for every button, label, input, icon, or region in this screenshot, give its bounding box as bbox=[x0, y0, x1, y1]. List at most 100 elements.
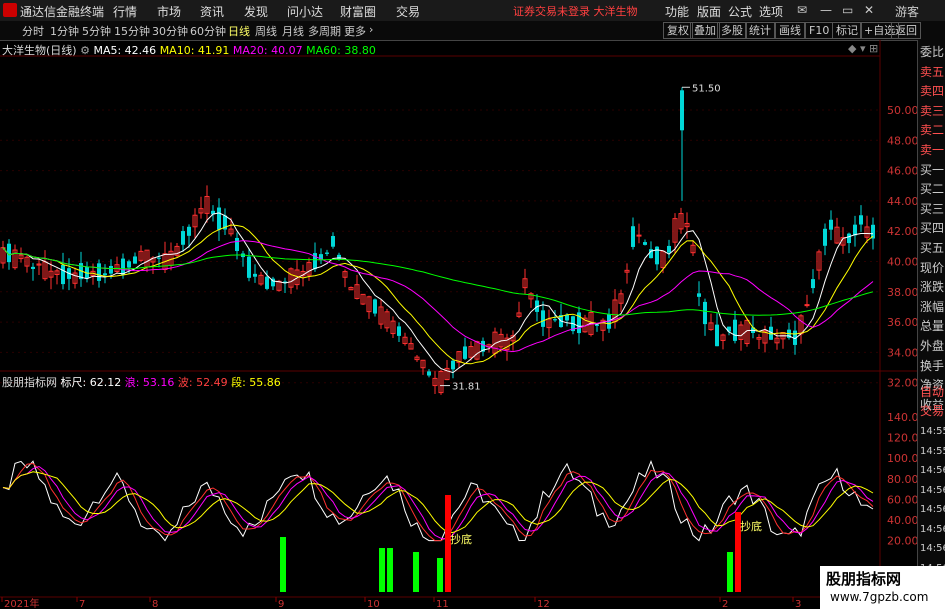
candle-body bbox=[121, 258, 125, 275]
ma5-line bbox=[2, 212, 874, 374]
watermark-title: 股朋指标网 bbox=[826, 570, 902, 588]
xaxis-label: 8 bbox=[152, 599, 158, 609]
right-quote-panel: 委比 卖五 卖四 卖三 卖二 卖一 买一 买二 买三 买四 买五 现价 涨跌 涨幅 总量 外盘 换手 净资 收益 自动… bbox=[917, 40, 945, 609]
quote-field-11: 现价 bbox=[920, 260, 945, 275]
sub-info-bar: 股朋指标网 标尺: 62.12 浪: 53.16 波: 52.49 段: 55.… bbox=[2, 374, 281, 390]
xaxis-label: 7 bbox=[79, 599, 85, 609]
watermark: 股朋指标网 www.7gpzb.com bbox=[820, 566, 945, 609]
main-ytick: 42.00 bbox=[887, 225, 919, 238]
auto-trade-0[interactable]: 自动 bbox=[920, 383, 944, 401]
candle-body bbox=[127, 261, 131, 268]
candle-body bbox=[636, 234, 642, 237]
ma10-line bbox=[2, 224, 874, 365]
candle-body bbox=[31, 266, 35, 269]
signal-bar bbox=[280, 537, 286, 592]
candle-body bbox=[397, 326, 401, 336]
candle-body bbox=[715, 324, 719, 347]
quote-field-6: 买一 bbox=[920, 162, 945, 177]
settings-icon[interactable]: ⚙ bbox=[80, 44, 90, 57]
main-ytick: 34.00 bbox=[887, 346, 919, 359]
trade-time-5: 14:56 bbox=[920, 523, 945, 535]
signal-bar bbox=[379, 548, 385, 592]
ma60-value: MA60: 38.80 bbox=[306, 44, 376, 57]
candle-body bbox=[565, 314, 569, 321]
main-ytick: 36.00 bbox=[887, 316, 919, 329]
candle-body bbox=[217, 207, 221, 230]
xaxis-label: 3 bbox=[795, 599, 801, 609]
trade-time-4: 14:56 bbox=[920, 504, 945, 515]
chart-menu-icons[interactable]: ◆ ▾ ⊞ bbox=[848, 42, 878, 55]
candle-body bbox=[733, 319, 737, 341]
candle-body bbox=[697, 293, 701, 297]
candle-body bbox=[247, 256, 251, 278]
auto-trade-1[interactable]: 交易 bbox=[920, 402, 944, 420]
stock-title: 大洋生物(日线) bbox=[2, 44, 77, 57]
main-ytick: 48.00 bbox=[887, 134, 919, 147]
candle-body bbox=[103, 273, 107, 276]
bo-value: 波: 52.49 bbox=[177, 376, 228, 389]
main-ytick: 38.00 bbox=[887, 286, 919, 299]
watermark-url: www.7gpzb.com bbox=[830, 590, 929, 604]
trade-time-6: 14:56 bbox=[920, 543, 945, 554]
xaxis-label: 2021年 bbox=[4, 597, 39, 609]
candle-body bbox=[823, 228, 827, 246]
quote-field-7: 买二 bbox=[920, 182, 945, 197]
kline-chart[interactable]: 50.00 48.00 46.00 44.00 42.00 40.00 38.00 36.00… bbox=[0, 0, 945, 609]
candle-body bbox=[235, 237, 239, 251]
ma20-value: MA20: 40.07 bbox=[232, 44, 303, 57]
sub-ytick: 40.00 bbox=[887, 514, 919, 527]
ma10-value: MA10: 41.91 bbox=[159, 44, 230, 57]
quote-field-15: 外盘 bbox=[920, 339, 945, 353]
quote-field-2: 卖四 bbox=[920, 84, 945, 99]
trade-time-0: 14:55 bbox=[920, 426, 945, 437]
main-info-bar: 大洋生物(日线) ⚙ MA5: 42.46 MA10: 41.91 MA20: … bbox=[2, 42, 376, 58]
candle-body bbox=[541, 310, 545, 327]
max-price-label: 51.50 bbox=[692, 83, 721, 94]
candle-body bbox=[133, 256, 137, 264]
candle-body bbox=[804, 304, 810, 307]
signal-bar bbox=[727, 552, 733, 592]
quote-field-4: 卖二 bbox=[920, 123, 945, 138]
wave-value: 浪: 53.16 bbox=[124, 376, 175, 389]
main-ytick: 32.00 bbox=[887, 377, 919, 390]
quote-field-0: 委比 bbox=[920, 45, 945, 59]
candle-body bbox=[829, 219, 833, 230]
candle-body bbox=[181, 231, 185, 245]
candle-body bbox=[847, 233, 851, 244]
candle-body bbox=[265, 276, 269, 289]
candle-body bbox=[680, 90, 684, 131]
ma5-value: MA5: 42.46 bbox=[93, 44, 157, 57]
xaxis-label: 12 bbox=[537, 599, 550, 609]
candle-body bbox=[109, 265, 113, 274]
trade-time-1: 14:55 bbox=[920, 445, 945, 457]
candle-body bbox=[427, 371, 431, 376]
candle-body bbox=[61, 264, 65, 285]
candle-body bbox=[97, 263, 101, 281]
candle-body bbox=[853, 224, 857, 236]
signal-bar bbox=[387, 548, 393, 592]
candle-body bbox=[631, 226, 635, 247]
signal-bar bbox=[437, 558, 443, 592]
main-ytick: 46.00 bbox=[887, 165, 919, 178]
quote-field-12: 涨跌 bbox=[920, 280, 945, 295]
candle-body bbox=[463, 346, 467, 359]
main-ytick: 40.00 bbox=[887, 256, 919, 269]
trade-time-3: 14:56 bbox=[920, 484, 945, 496]
candle-body bbox=[811, 279, 815, 289]
indicator-title: 股朋指标网 bbox=[2, 376, 57, 389]
quote-field-13: 涨幅 bbox=[920, 299, 945, 314]
main-ytick: 44.00 bbox=[887, 195, 919, 208]
candle-body bbox=[451, 360, 455, 370]
main-ytick: 50.00 bbox=[887, 104, 919, 117]
xaxis-label: 9 bbox=[278, 599, 284, 609]
signal-bar bbox=[413, 552, 419, 592]
candle-body bbox=[553, 319, 557, 321]
min-price-label: 31.81 bbox=[452, 382, 481, 393]
ruler-value: 标尺: 62.12 bbox=[60, 376, 122, 389]
sub-ytick: 60.00 bbox=[887, 493, 919, 506]
candle-body bbox=[157, 257, 161, 259]
xaxis-label: 10 bbox=[367, 599, 380, 609]
candle-body bbox=[331, 236, 335, 247]
quote-field-3: 卖三 bbox=[920, 103, 945, 118]
quote-field-1: 卖五 bbox=[920, 64, 945, 79]
